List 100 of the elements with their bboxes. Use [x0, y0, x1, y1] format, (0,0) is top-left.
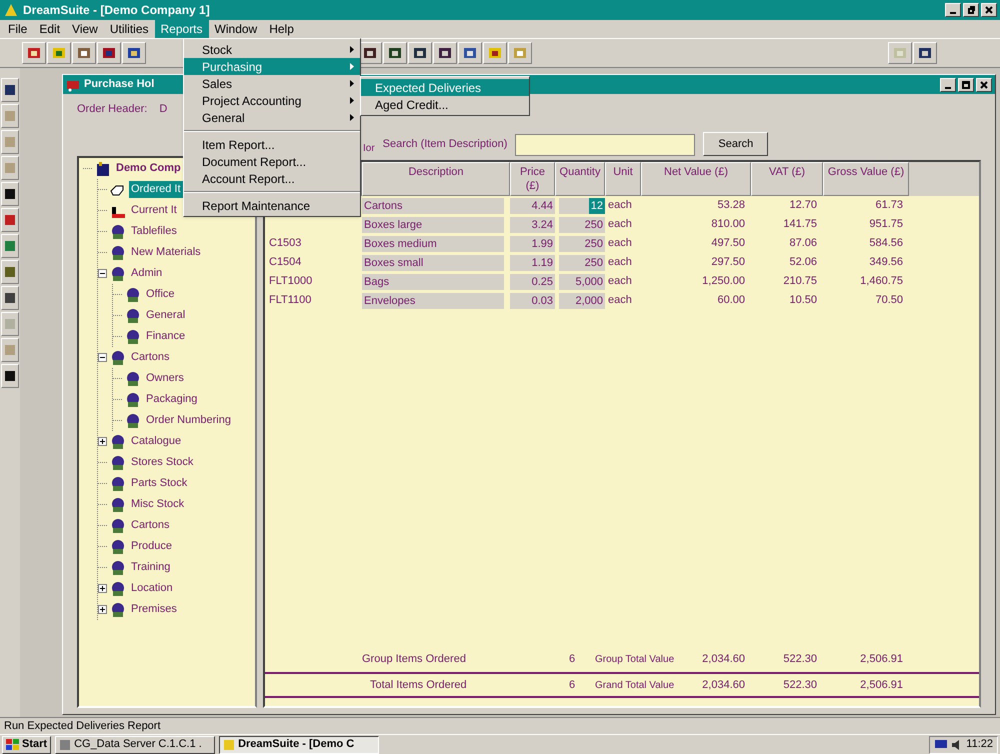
tree-item[interactable]: Cartons	[129, 349, 172, 366]
tree-item[interactable]: General	[144, 307, 188, 324]
submenu-arrow-icon	[350, 63, 354, 70]
close-button[interactable]	[976, 78, 992, 92]
menu-item[interactable]: Reports	[154, 20, 209, 38]
toolbar-button[interactable]	[1, 78, 19, 102]
table-cell: Cartons	[362, 198, 504, 214]
menu-item[interactable]: Edit	[33, 20, 66, 38]
toolbar-button[interactable]	[433, 42, 457, 64]
menu-entry[interactable]: Account Report...	[184, 170, 360, 187]
tree-item[interactable]: Admin	[129, 265, 164, 282]
totals-gross: 2,506.91	[859, 678, 904, 693]
menu-entry[interactable]: Expected Deliveries	[361, 79, 529, 96]
column-header[interactable]: VAT (£)	[751, 162, 823, 196]
toolbar-button[interactable]	[1, 182, 19, 206]
globe-icon	[110, 496, 126, 512]
minus-icon	[99, 270, 106, 277]
help-button[interactable]	[888, 42, 912, 64]
toolbar-button[interactable]	[383, 42, 407, 64]
column-header[interactable]: Description	[362, 162, 510, 196]
menu-item[interactable]: View	[66, 20, 104, 38]
table-cell-text: 349.56	[868, 255, 904, 270]
tree-item[interactable]: Cartons	[129, 517, 172, 534]
totals-net: 2,034.60	[701, 652, 746, 667]
search-label-fragment: Ior	[363, 142, 375, 156]
column-header[interactable]: Unit	[605, 162, 641, 196]
totals-value-label: Group Total Value	[595, 652, 676, 666]
toolbar-button[interactable]	[22, 42, 46, 64]
globe-icon	[125, 328, 141, 344]
menu-entry[interactable]: Project Accounting	[184, 92, 360, 109]
toolbar-button[interactable]	[483, 42, 507, 64]
building-icon	[95, 160, 111, 176]
tree-item[interactable]: Parts Stock	[129, 475, 190, 492]
menu-entry[interactable]: Sales	[184, 75, 360, 92]
toolbar-button[interactable]	[1, 364, 19, 388]
tree-item[interactable]: Stores Stock	[129, 454, 196, 471]
expander-box[interactable]	[98, 437, 107, 446]
menu-item[interactable]: Utilities	[104, 20, 154, 38]
tree-item[interactable]: Owners	[144, 370, 186, 387]
expander-box[interactable]	[98, 353, 107, 362]
toolbar-button[interactable]	[408, 42, 432, 64]
tree-item[interactable]: Finance	[144, 328, 188, 345]
menu-entry[interactable]: Stock	[184, 41, 360, 58]
toolbar-button[interactable]	[47, 42, 71, 64]
search-label: Search (Item Description)	[382, 136, 508, 152]
menu-item[interactable]: Help	[263, 20, 300, 38]
column-header[interactable]: Gross Value (£)	[823, 162, 909, 196]
column-header[interactable]: Net Value (£)	[641, 162, 751, 196]
toolbar-button[interactable]	[1, 286, 19, 310]
tree-item[interactable]: New Materials	[129, 244, 203, 261]
toolbar-button[interactable]	[97, 42, 121, 64]
toolbar-button[interactable]	[1, 260, 19, 284]
menu-entry[interactable]: Aged Credit...	[361, 96, 529, 113]
menu-entry[interactable]: Report Maintenance	[184, 197, 360, 214]
menu-entry[interactable]: Purchasing	[184, 58, 360, 75]
maximize-button[interactable]	[958, 78, 974, 92]
search-button[interactable]: Search	[703, 132, 768, 156]
expander-box[interactable]	[98, 269, 107, 278]
tree-item[interactable]: Location	[129, 580, 175, 597]
tree-item[interactable]: Current It	[129, 202, 179, 219]
tree-item[interactable]: Demo Comp	[114, 160, 183, 177]
tree-item[interactable]: Office	[144, 286, 177, 303]
tree-item[interactable]: Order Numbering	[144, 412, 233, 429]
tree-item[interactable]: Training	[129, 559, 172, 576]
restore-button[interactable]	[963, 3, 979, 17]
frame-icon	[387, 45, 403, 61]
menu-entry[interactable]: Item Report...	[184, 136, 360, 153]
menu-entry[interactable]: Document Report...	[184, 153, 360, 170]
square-icon	[3, 369, 17, 383]
expander-box[interactable]	[98, 584, 107, 593]
column-header[interactable]: Quantity	[555, 162, 605, 196]
globe-icon	[110, 518, 126, 534]
menu-item[interactable]: File	[2, 20, 34, 38]
table-cell[interactable]: 12	[588, 198, 605, 214]
menu-item[interactable]: Window	[208, 20, 264, 38]
taskbar-button[interactable]: CG_Data Server C.1.C.1 .	[55, 736, 216, 754]
toolbar-button[interactable]	[1, 208, 19, 232]
expander-box[interactable]	[98, 605, 107, 614]
start-button[interactable]: Start	[2, 736, 52, 754]
tree-item[interactable]: Premises	[129, 601, 179, 618]
column-header[interactable]: Price (£)	[510, 162, 555, 196]
minimize-button[interactable]	[940, 78, 956, 92]
toolbar-button[interactable]	[458, 42, 482, 64]
tree-item[interactable]: Tablefiles	[129, 223, 179, 240]
table-cell: 4.44	[510, 198, 555, 214]
toolbar-button[interactable]	[913, 42, 937, 64]
totals-count: 6	[568, 678, 576, 693]
toolbar-button[interactable]	[122, 42, 146, 64]
close-button[interactable]	[981, 3, 997, 17]
minimize-button[interactable]	[945, 3, 961, 17]
table-cell-text: 61.73	[874, 198, 904, 214]
tree-item[interactable]: Misc Stock	[129, 496, 186, 513]
tree-item[interactable]: Ordered It	[129, 181, 183, 198]
menu-entry[interactable]: General	[184, 109, 360, 126]
taskbar-button[interactable]: DreamSuite - [Demo C	[219, 736, 380, 754]
tree-item[interactable]: Produce	[129, 538, 174, 555]
tree-item[interactable]: Catalogue	[129, 433, 184, 450]
tree-item[interactable]: Packaging	[144, 391, 200, 408]
search-field[interactable]	[515, 134, 696, 156]
table-cell-text: 951.75	[868, 217, 904, 232]
